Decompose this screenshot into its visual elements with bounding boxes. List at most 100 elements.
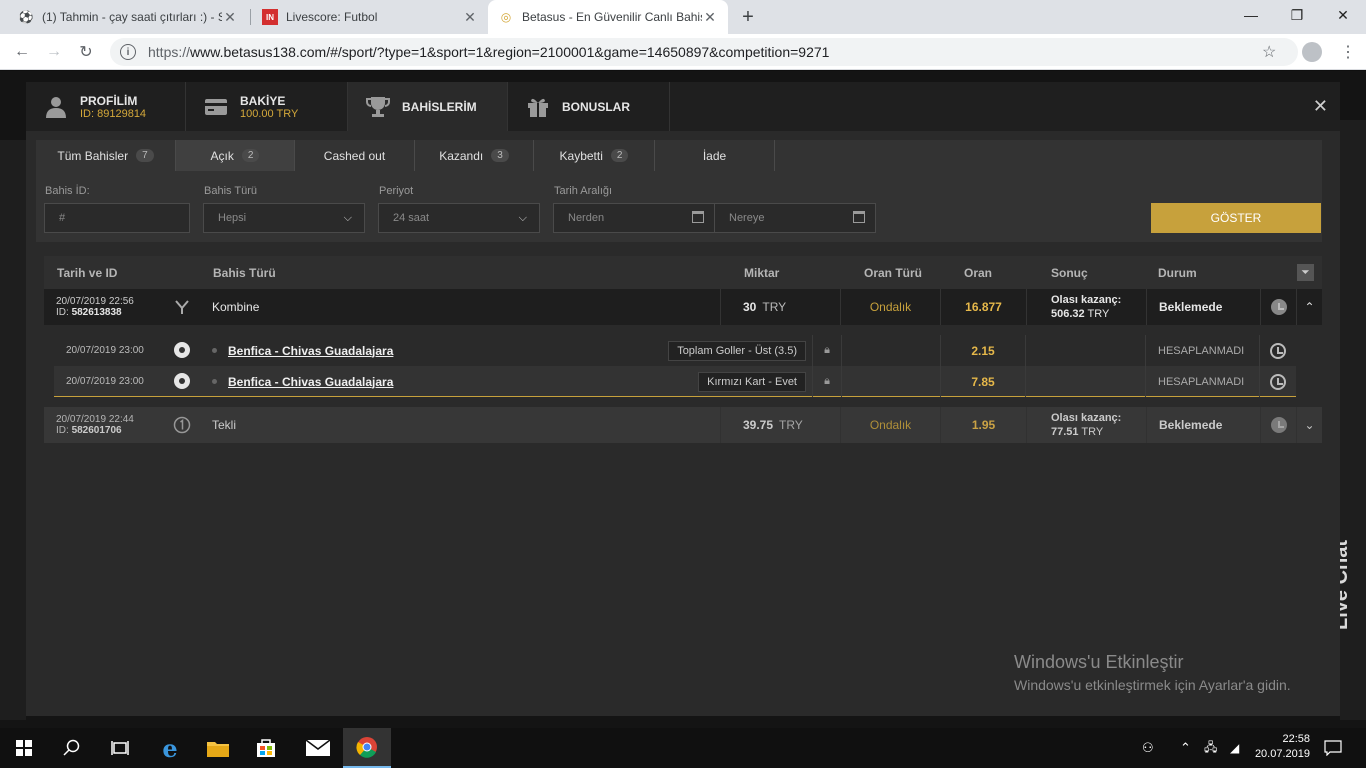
match-link[interactable]: Benfica - Chivas Guadalajara xyxy=(228,366,393,397)
selection-odd: 2.15 xyxy=(940,335,1026,366)
filter-tab-won[interactable]: Kazandı 3 xyxy=(415,140,534,171)
status-filter-tabs: Tüm Bahisler 7 Açık 2 Cashed out Kazandı… xyxy=(36,140,775,171)
chevron-down-icon[interactable]: ⌄ xyxy=(1296,407,1322,443)
header-date-id: Tarih ve ID xyxy=(57,266,118,280)
new-tab-button[interactable]: + xyxy=(738,6,758,29)
tab-my-bets[interactable]: BAHİSLERİM xyxy=(348,82,508,131)
browser-tab-3[interactable]: ◎ Betasus - En Güvenilir Canlı Bahis ✕ xyxy=(488,0,728,34)
close-tab-icon[interactable]: ✕ xyxy=(462,9,478,26)
menu-dots-icon[interactable]: ⋮ xyxy=(1340,42,1356,62)
soccer-ball-icon xyxy=(174,373,190,389)
calendar-icon[interactable] xyxy=(853,211,865,223)
forward-arrow-icon[interactable]: → xyxy=(44,42,64,62)
background-right-strip xyxy=(1340,120,1366,720)
tab-profile[interactable]: PROFİLİM ID: 89129814 xyxy=(26,82,186,131)
url-text: www.betasus138.com/#/sport/?type=1&sport… xyxy=(190,44,830,60)
filter-tab-count: 3 xyxy=(491,149,509,162)
bet-odd: 16.877 xyxy=(940,289,1026,325)
filter-tab-all[interactable]: Tüm Bahisler 7 xyxy=(36,140,176,171)
minimize-button[interactable]: — xyxy=(1228,0,1274,30)
edge-browser-icon[interactable]: e xyxy=(146,728,194,768)
table-row[interactable]: 20/07/2019 22:56 ID: 582613838 Kombine 3… xyxy=(44,289,1322,325)
bet-result: Olası kazanç: 506.32 TRY xyxy=(1026,289,1146,325)
store-icon[interactable] xyxy=(242,728,290,768)
address-bar[interactable]: i https://www.betasus138.com/#/sport/?ty… xyxy=(110,38,1298,66)
search-icon[interactable] xyxy=(48,728,96,768)
bet-amount: 39.75 TRY xyxy=(720,407,840,443)
date-from-input[interactable]: Nerden xyxy=(553,203,715,233)
livescore-icon: IN xyxy=(262,9,278,25)
filter-tab-lost[interactable]: Kaybetti 2 xyxy=(534,140,655,171)
bet-selections: 20/07/2019 23:00 Benfica - Chivas Guadal… xyxy=(44,325,1322,407)
close-tab-icon[interactable]: ✕ xyxy=(222,9,238,26)
tab-bonuses[interactable]: BONUSLAR xyxy=(508,82,670,131)
expand-all-icon[interactable]: ⏷ xyxy=(1297,264,1314,281)
calendar-icon[interactable] xyxy=(692,211,704,223)
period-select[interactable]: 24 saat ⌵ xyxy=(378,203,540,233)
reload-icon[interactable]: ↻ xyxy=(76,42,96,62)
show-button[interactable]: GÖSTER xyxy=(1151,203,1321,233)
header-odd: Oran xyxy=(964,266,993,280)
close-tab-icon[interactable]: ✕ xyxy=(702,9,718,26)
file-explorer-icon[interactable] xyxy=(194,728,242,768)
amount-value: 30 xyxy=(743,300,757,314)
bet-type-select[interactable]: Hepsi ⌵ xyxy=(203,203,365,233)
filter-tab-open[interactable]: Açık 2 xyxy=(176,140,295,171)
filter-tab-label: Kazandı xyxy=(439,148,484,163)
bet-id-input[interactable]: # xyxy=(44,203,190,233)
browser-tab-2[interactable]: IN Livescore: Futbol ✕ xyxy=(252,0,488,34)
tab-separator xyxy=(250,9,251,25)
table-row[interactable]: 20/07/2019 22:44 ID: 582601706 Tekli 39.… xyxy=(44,407,1322,443)
selection-date: 20/07/2019 23:00 xyxy=(66,345,144,356)
combo-icon xyxy=(170,289,194,325)
profile-avatar[interactable] xyxy=(1302,42,1322,62)
taskbar-clock[interactable]: 22:58 20.07.2019 xyxy=(1250,732,1310,762)
chrome-icon[interactable] xyxy=(343,728,391,768)
bet-status: Beklemede xyxy=(1146,289,1260,325)
status-dot xyxy=(212,348,217,353)
close-window-button[interactable]: ✕ xyxy=(1320,0,1366,30)
amount-currency: TRY xyxy=(779,418,803,432)
filter-tab-count: 2 xyxy=(241,149,260,162)
chevron-up-icon[interactable]: ⌃ xyxy=(1180,728,1191,768)
result-value: 77.51 xyxy=(1051,426,1079,438)
people-icon[interactable]: ⚇ xyxy=(1142,728,1154,768)
bet-date-id: 20/07/2019 22:44 ID: 582601706 xyxy=(56,407,134,443)
network-icon[interactable]: 🖧︎ xyxy=(1204,728,1217,768)
market-badge: Toplam Goller - Üst (3.5) xyxy=(668,335,806,366)
notifications-icon[interactable] xyxy=(1324,728,1342,768)
filter-tab-label: Tüm Bahisler xyxy=(57,148,129,163)
windows-start-icon[interactable] xyxy=(0,728,48,768)
bookmark-star-icon[interactable]: ☆ xyxy=(1262,42,1276,62)
task-view-icon[interactable] xyxy=(96,728,144,768)
back-arrow-icon[interactable]: ← xyxy=(12,42,32,62)
filter-tab-count: 7 xyxy=(136,149,154,162)
info-icon[interactable]: i xyxy=(120,44,136,60)
result-currency: TRY xyxy=(1087,308,1110,320)
background-left-strip xyxy=(0,140,26,720)
bet-odd: 1.95 xyxy=(940,407,1026,443)
filter-tab-count: 2 xyxy=(610,149,629,162)
clock-icon xyxy=(1260,366,1296,397)
header-result: Sonuç xyxy=(1051,266,1088,280)
windows-taskbar: e ⚇ ⌃ 🖧︎ ◢ 22:58 20.07.2019 xyxy=(0,728,1366,768)
date-to-input[interactable]: Nereye xyxy=(714,203,876,233)
result-value: 506.32 xyxy=(1051,308,1085,320)
mail-icon[interactable] xyxy=(294,728,342,768)
header-status: Durum xyxy=(1158,266,1197,280)
browser-tab-1[interactable]: ⚽ (1) Tahmin - çay saati çıtırları :) - … xyxy=(8,0,248,34)
maximize-button[interactable]: ❐ xyxy=(1274,0,1320,30)
selection-result xyxy=(1026,335,1146,366)
close-icon[interactable]: ✕ xyxy=(1313,96,1328,117)
volume-icon[interactable]: ◢ xyxy=(1230,728,1239,768)
filter-tab-cashed-out[interactable]: Cashed out xyxy=(295,140,415,171)
filter-tab-refund[interactable]: İade xyxy=(655,140,775,171)
chevron-up-icon[interactable]: ⌃ xyxy=(1296,289,1322,325)
match-link[interactable]: Benfica - Chivas Guadalajara xyxy=(228,335,393,366)
bet-id-label: ID: xyxy=(56,425,69,436)
chevron-down-icon: ⌵ xyxy=(343,212,352,224)
tab-balance[interactable]: BAKİYE 100.00 TRY xyxy=(186,82,348,131)
browser-tabbar: ⚽ (1) Tahmin - çay saati çıtırları :) - … xyxy=(0,0,1366,34)
clock-icon xyxy=(1260,407,1296,443)
user-icon xyxy=(44,95,68,119)
